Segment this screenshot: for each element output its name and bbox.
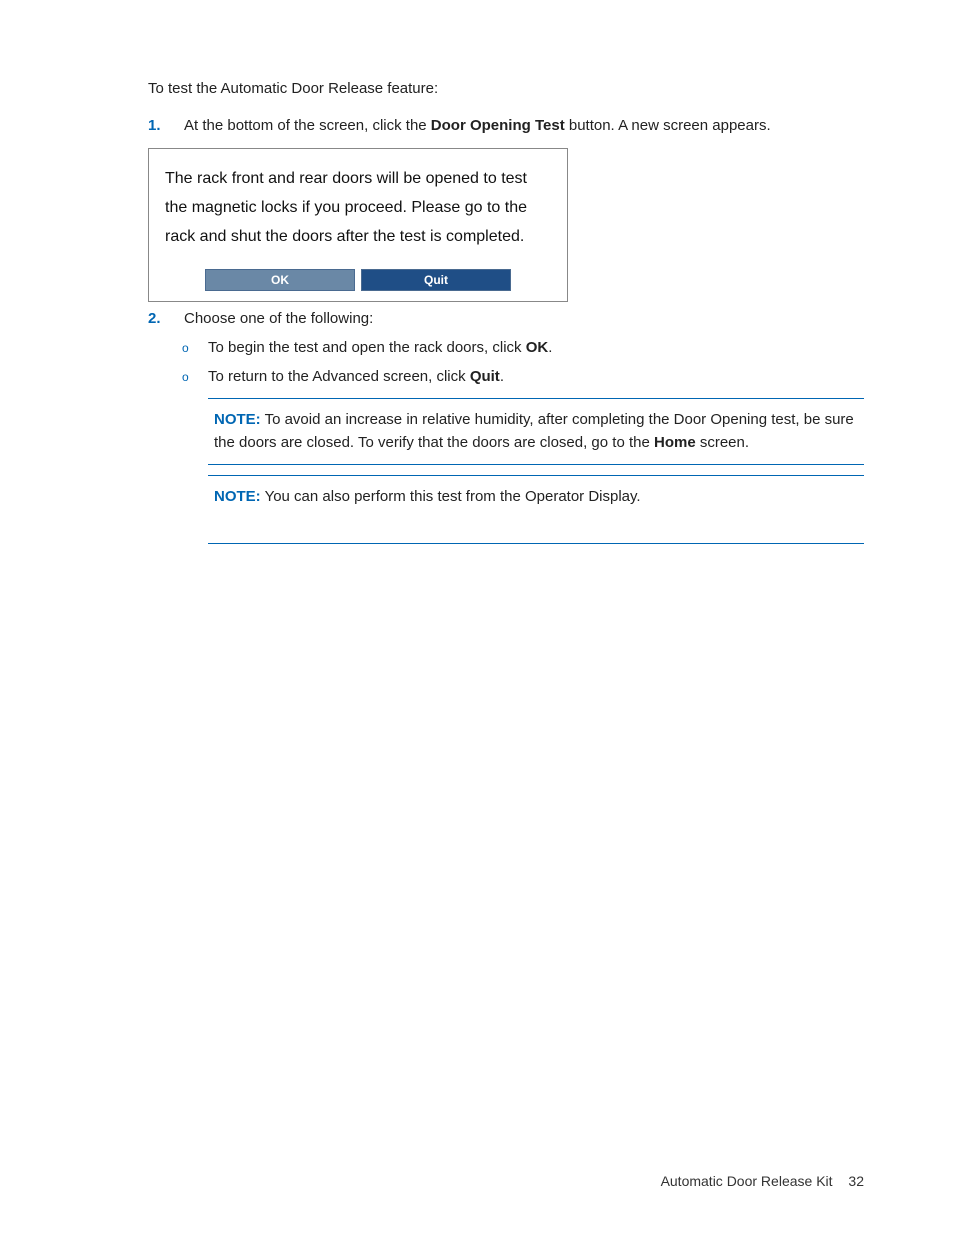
dialog-box: The rack front and rear doors will be op… [148, 148, 568, 302]
sub2-pre: To return to the Advanced screen, click [208, 368, 470, 385]
sub-item: o To begin the test and open the rack do… [182, 337, 864, 360]
sub-body: To begin the test and open the rack door… [208, 337, 864, 360]
dialog-message: The rack front and rear doors will be op… [165, 165, 551, 251]
step1-bold: Door Opening Test [431, 117, 565, 134]
note-label: NOTE: [214, 411, 261, 428]
page-number: 32 [848, 1173, 864, 1189]
bullet-icon: o [182, 366, 208, 388]
note2-text: You can also perform this test from the … [261, 488, 641, 505]
note1-pre: To avoid an increase in relative humidit… [214, 411, 854, 451]
sub2-post: . [500, 368, 504, 385]
quit-button[interactable]: Quit [361, 269, 511, 291]
step-body: Choose one of the following: [184, 310, 864, 327]
intro-text: To test the Automatic Door Release featu… [148, 80, 864, 97]
sub-body: To return to the Advanced screen, click … [208, 366, 864, 389]
sub1-bold: OK [526, 339, 549, 356]
ok-button[interactable]: OK [205, 269, 355, 291]
step-body: At the bottom of the screen, click the D… [184, 117, 864, 134]
note1-post: screen. [696, 434, 749, 451]
sub1-pre: To begin the test and open the rack door… [208, 339, 526, 356]
page-footer: Automatic Door Release Kit 32 [661, 1173, 864, 1189]
note-label: NOTE: [214, 488, 261, 505]
sublist: o To begin the test and open the rack do… [148, 337, 864, 388]
note-box-2: NOTE: You can also perform this test fro… [208, 475, 864, 544]
bullet-icon: o [182, 337, 208, 359]
sub1-post: . [548, 339, 552, 356]
step-number: 1. [148, 117, 184, 134]
note-box-1: NOTE: To avoid an increase in relative h… [208, 398, 864, 465]
footer-title: Automatic Door Release Kit [661, 1173, 833, 1189]
step1-pre: At the bottom of the screen, click the [184, 117, 431, 134]
step-number: 2. [148, 310, 184, 327]
note1-bold: Home [654, 434, 696, 451]
sub-item: o To return to the Advanced screen, clic… [182, 366, 864, 389]
step-2: 2. Choose one of the following: [148, 310, 864, 327]
step1-post: button. A new screen appears. [565, 117, 771, 134]
sub2-bold: Quit [470, 368, 500, 385]
step-1: 1. At the bottom of the screen, click th… [148, 117, 864, 134]
dialog-buttons: OK Quit [165, 269, 551, 291]
